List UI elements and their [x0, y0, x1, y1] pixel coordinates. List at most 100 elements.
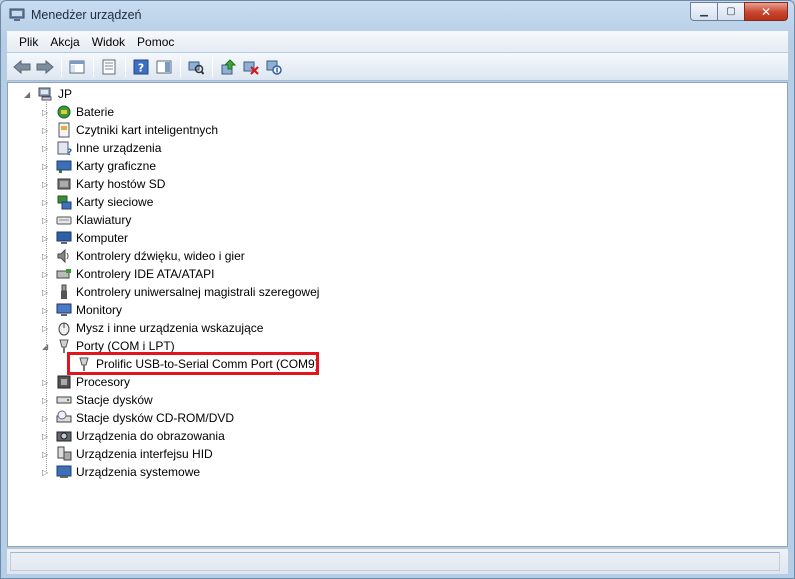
highlight-box: [67, 352, 319, 375]
tree-category-item[interactable]: ▷ Urządzenia systemowe: [42, 463, 201, 481]
back-button[interactable]: [11, 56, 33, 78]
tree-node-label: Kontrolery dźwięku, wideo i gier: [76, 249, 245, 263]
collapse-arrow-icon[interactable]: ◢: [24, 90, 33, 99]
tree-node-label: Urządzenia do obrazowania: [76, 429, 225, 443]
toolbar-separator: [93, 56, 94, 77]
scan-hardware-icon: [188, 61, 204, 75]
sd-host-icon: [57, 178, 71, 190]
tree-node-label: Karty graficzne: [76, 159, 157, 173]
tree-category-item[interactable]: ▷ Mysz i inne urządzenia wskazujące: [42, 319, 264, 337]
close-button[interactable]: ✕: [744, 2, 788, 21]
tree-category-item[interactable]: ▷ Baterie: [42, 103, 115, 121]
device-manager-window: Menedżer urządzeń ▁ ▢ ✕ Plik Akcja Widok…: [0, 0, 795, 579]
device-tree-pane[interactable]: ◢ JP ▷ Baterie ▷ Czytniki kart inteligentnych…: [7, 82, 788, 547]
processor-icon: [57, 375, 71, 389]
tree-category-item[interactable]: ▷ Karty graficzne: [42, 157, 157, 175]
usb-icon: [61, 284, 67, 299]
tree-category-item[interactable]: ▷ Czytniki kart inteligentnych: [42, 121, 219, 139]
help-button[interactable]: ?: [130, 56, 152, 78]
tree-node-label: Baterie: [76, 105, 115, 119]
menu-label: Pomoc: [137, 34, 175, 49]
toolbar-separator: [125, 56, 126, 77]
title-bar[interactable]: Menedżer urządzeń ▁ ▢ ✕: [1, 1, 794, 31]
smart-card-reader-icon: [58, 122, 70, 138]
tree-node-label: Urządzenia systemowe: [76, 465, 201, 479]
forward-arrow-icon: [36, 59, 54, 74]
forward-button[interactable]: [34, 56, 56, 78]
help-icon: ?: [133, 59, 149, 74]
hid-icon: [57, 446, 72, 461]
imaging-device-icon: [56, 431, 72, 442]
tree-node-label: Mysz i inne urządzenia wskazujące: [76, 321, 264, 335]
minimize-button[interactable]: ▁: [690, 2, 717, 21]
cdrom-icon: [56, 410, 72, 423]
battery-icon: [57, 105, 71, 119]
status-bar: [7, 548, 788, 574]
ide-controller-icon: [56, 269, 71, 279]
tree-node-label: Karty sieciowe: [76, 195, 154, 209]
tree-node-label: Kontrolery IDE ATA/ATAPI: [76, 267, 215, 281]
tree-category-item[interactable]: ▷ Komputer: [42, 229, 129, 247]
tree-node-label: Porty (COM i LPT): [76, 339, 175, 353]
tree-category-item[interactable]: ▷ Urządzenia do obrazowania: [42, 427, 225, 445]
svg-text:?: ?: [138, 61, 144, 74]
tree-category-item[interactable]: ▷ Kontrolery uniwersalnej magistrali szer…: [42, 283, 319, 301]
toolbar: ?: [7, 53, 788, 81]
menu-akcja[interactable]: Akcja: [44, 35, 85, 49]
unknown-device-icon: ?: [57, 141, 72, 156]
status-text-panel: [10, 552, 780, 571]
tree-category-item[interactable]: ▷ Kontrolery IDE ATA/ATAPI: [42, 265, 215, 283]
menu-label: Widok: [91, 34, 126, 49]
device-manager-icon: [9, 8, 25, 22]
tree-node-label: Monitory: [76, 303, 123, 317]
update-driver-button[interactable]: [217, 56, 239, 78]
show-hide-tree-button[interactable]: [66, 56, 88, 78]
tree-category-item[interactable]: ▷ Stacje dysków: [42, 391, 153, 409]
svg-text:?: ?: [67, 148, 72, 156]
disk-drive-icon: [56, 396, 72, 404]
tree-category-item[interactable]: ▷ Monitory: [42, 301, 123, 319]
tree-category-item[interactable]: ▷ Urządzenia interfejsu HID: [42, 445, 213, 463]
tree-node-label: Czytniki kart inteligentnych: [76, 123, 219, 137]
scan-hardware-button[interactable]: [185, 56, 207, 78]
toolbar-separator: [61, 56, 62, 77]
system-device-icon: [56, 465, 72, 478]
menu-pomoc[interactable]: Pomoc: [131, 35, 180, 49]
action-pane-button[interactable]: [153, 56, 175, 78]
tree-node-label: Klawiatury: [76, 213, 132, 227]
menu-widok[interactable]: Widok: [86, 35, 131, 49]
maximize-button[interactable]: ▢: [717, 2, 744, 21]
tree-node-label: Karty hostów SD: [76, 177, 166, 191]
menu-bar: Plik Akcja Widok Pomoc: [7, 31, 788, 52]
toolbar-separator: [180, 56, 181, 77]
tree-node-label: Inne urządzenia: [76, 141, 162, 155]
keyboard-icon: [56, 216, 72, 225]
disable-device-button[interactable]: [263, 56, 285, 78]
speaker-icon: [57, 248, 69, 264]
tree-category-item[interactable]: ▷ Stacje dysków CD-ROM/DVD: [42, 409, 235, 427]
uninstall-button[interactable]: [240, 56, 262, 78]
tree-category-item[interactable]: ▷ Karty hostów SD: [42, 175, 166, 193]
menu-plik[interactable]: Plik: [13, 35, 44, 49]
monitor-icon: [56, 303, 72, 316]
tree-category-item[interactable]: ▷ Procesory: [42, 373, 130, 391]
toolbar-separator: [212, 56, 213, 77]
tree-category-item[interactable]: ▷ Karty sieciowe: [42, 193, 154, 211]
tree-node-label: Stacje dysków CD-ROM/DVD: [76, 411, 235, 425]
tree-category-item[interactable]: ▷? Inne urządzenia: [42, 139, 162, 157]
minimize-icon: ▁: [700, 6, 708, 17]
close-icon: ✕: [760, 4, 772, 19]
properties-button[interactable]: [98, 56, 120, 78]
tree-category-item[interactable]: ▷ Klawiatury: [42, 211, 132, 229]
network-adapter-icon: [57, 195, 72, 210]
maximize-icon: ▢: [726, 6, 736, 17]
tree-node-label: Urządzenia interfejsu HID: [76, 447, 213, 461]
tree-root-computer[interactable]: ◢ JP: [24, 85, 73, 103]
tree-category-item[interactable]: ▷ Kontrolery dźwięku, wideo i gier: [42, 247, 245, 265]
computer-monitor-icon: [56, 231, 72, 244]
tree-node-label: JP: [58, 87, 73, 101]
action-pane-icon: [156, 60, 172, 73]
tree-node-label: Komputer: [76, 231, 129, 245]
menu-label: Akcja: [50, 34, 80, 49]
uninstall-icon: [243, 61, 259, 75]
